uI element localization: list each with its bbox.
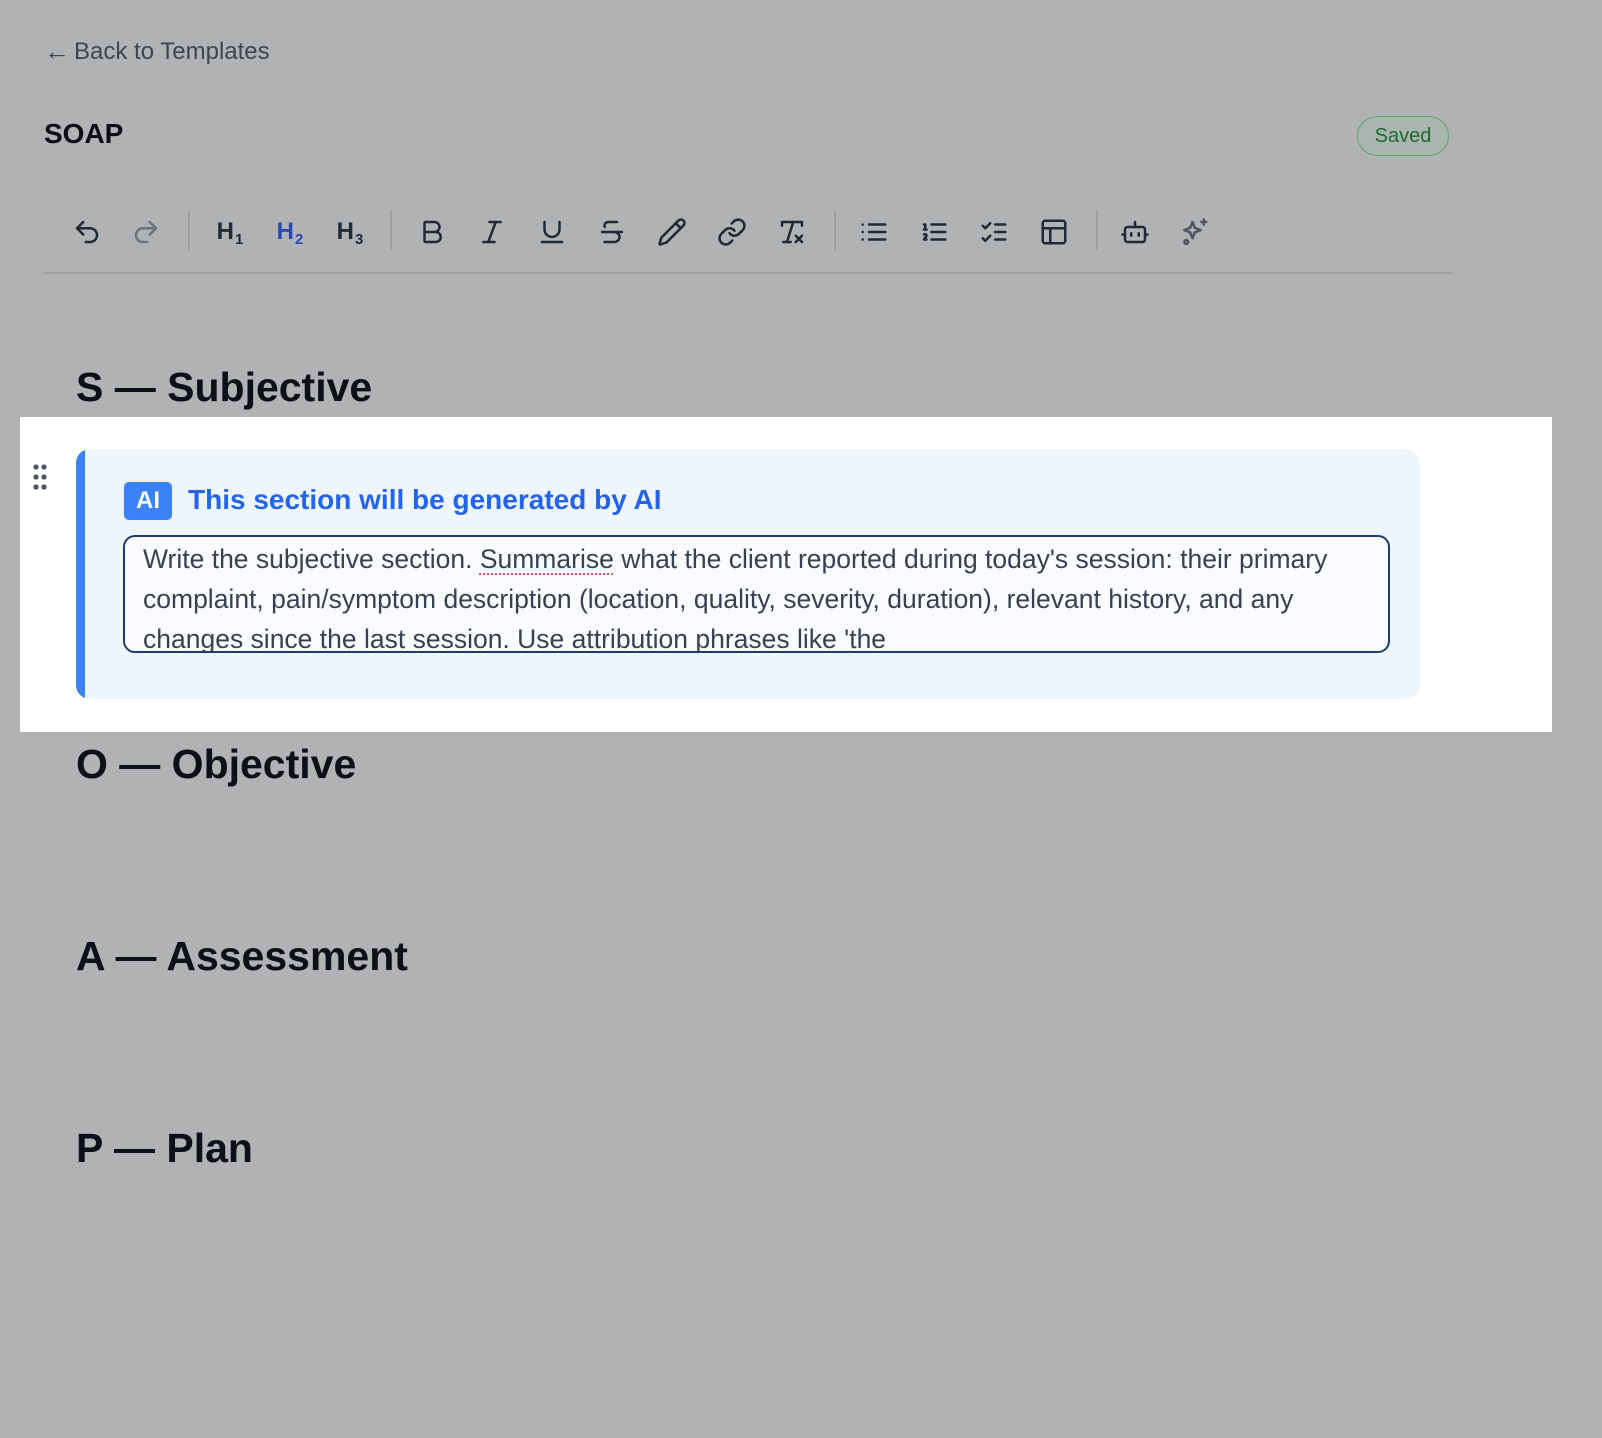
heading-3-letter: H xyxy=(336,218,354,245)
checklist-button[interactable] xyxy=(972,212,1016,252)
strikethrough-button[interactable] xyxy=(590,212,634,252)
clear-format-icon xyxy=(780,220,804,244)
heading-1-button[interactable]: H1 xyxy=(208,212,252,252)
section-heading-assessment: A — Assessment xyxy=(76,933,408,979)
ai-section-block[interactable]: AI This section will be generated by AI … xyxy=(20,417,1552,732)
heading-2-level: 2 xyxy=(295,231,304,248)
table-icon xyxy=(1041,219,1067,245)
back-link-label: Back to Templates xyxy=(74,37,270,65)
highlight-pen-icon xyxy=(658,218,686,246)
prompt-text-start: Write the subjective section. xyxy=(143,544,480,574)
strikethrough-icon xyxy=(600,220,624,244)
status-badge: Saved xyxy=(1357,116,1449,156)
ai-section-label: This section will be generated by AI xyxy=(188,484,662,515)
toolbar-separator xyxy=(390,210,392,250)
heading-3-button[interactable]: H3 xyxy=(328,212,372,252)
toolbar-separator xyxy=(188,210,190,250)
heading-1-level: 1 xyxy=(235,231,244,248)
ai-badge: AI xyxy=(124,482,172,520)
highlight-button[interactable] xyxy=(650,212,694,252)
section-heading-plan: P — Plan xyxy=(76,1125,253,1171)
drag-handle-icon[interactable] xyxy=(32,463,48,491)
link-icon xyxy=(718,218,746,246)
toolbar-separator xyxy=(834,210,836,250)
editor-toolbar: H1 H2 H3 xyxy=(44,200,1452,274)
prompt-misspelled-word: Summarise xyxy=(479,544,614,574)
clear-format-button[interactable] xyxy=(770,212,814,252)
bullet-list-icon xyxy=(861,223,887,241)
heading-1-letter: H xyxy=(216,218,234,245)
link-button[interactable] xyxy=(710,212,754,252)
ai-bot-icon xyxy=(1121,220,1149,244)
undo-button[interactable] xyxy=(65,212,109,252)
toolbar-separator xyxy=(1096,210,1098,250)
italic-button[interactable] xyxy=(470,212,514,252)
bullet-list-button[interactable] xyxy=(852,212,896,252)
heading-3-level: 3 xyxy=(355,231,364,248)
heading-2-letter: H xyxy=(276,218,294,245)
redo-icon xyxy=(134,220,158,244)
numbered-list-icon xyxy=(922,223,947,241)
redo-button[interactable] xyxy=(124,212,168,252)
ai-block-button[interactable] xyxy=(1113,212,1157,252)
checklist-icon xyxy=(981,222,1007,242)
numbered-list-button[interactable] xyxy=(912,212,956,252)
ai-card: AI This section will be generated by AI … xyxy=(76,449,1420,699)
section-heading-objective: O — Objective xyxy=(76,741,357,787)
bold-icon xyxy=(423,220,442,244)
sparkle-icon xyxy=(1183,218,1208,246)
italic-icon xyxy=(482,220,502,244)
bold-button[interactable] xyxy=(410,212,454,252)
heading-2-button[interactable]: H2 xyxy=(268,212,312,252)
page-title: SOAP xyxy=(44,118,124,149)
ai-generate-button[interactable] xyxy=(1173,212,1217,252)
undo-icon xyxy=(75,220,99,244)
underline-button[interactable] xyxy=(530,212,574,252)
section-heading-subjective: S — Subjective xyxy=(76,364,373,410)
ai-card-accent-bar xyxy=(76,449,85,699)
ai-prompt-input[interactable]: Write the subjective section. Summarise … xyxy=(123,535,1390,653)
back-arrow-icon: ← xyxy=(44,36,70,66)
underline-icon xyxy=(540,220,564,244)
back-to-templates-link[interactable]: ← Back to Templates xyxy=(44,36,270,67)
table-button[interactable] xyxy=(1032,212,1076,252)
